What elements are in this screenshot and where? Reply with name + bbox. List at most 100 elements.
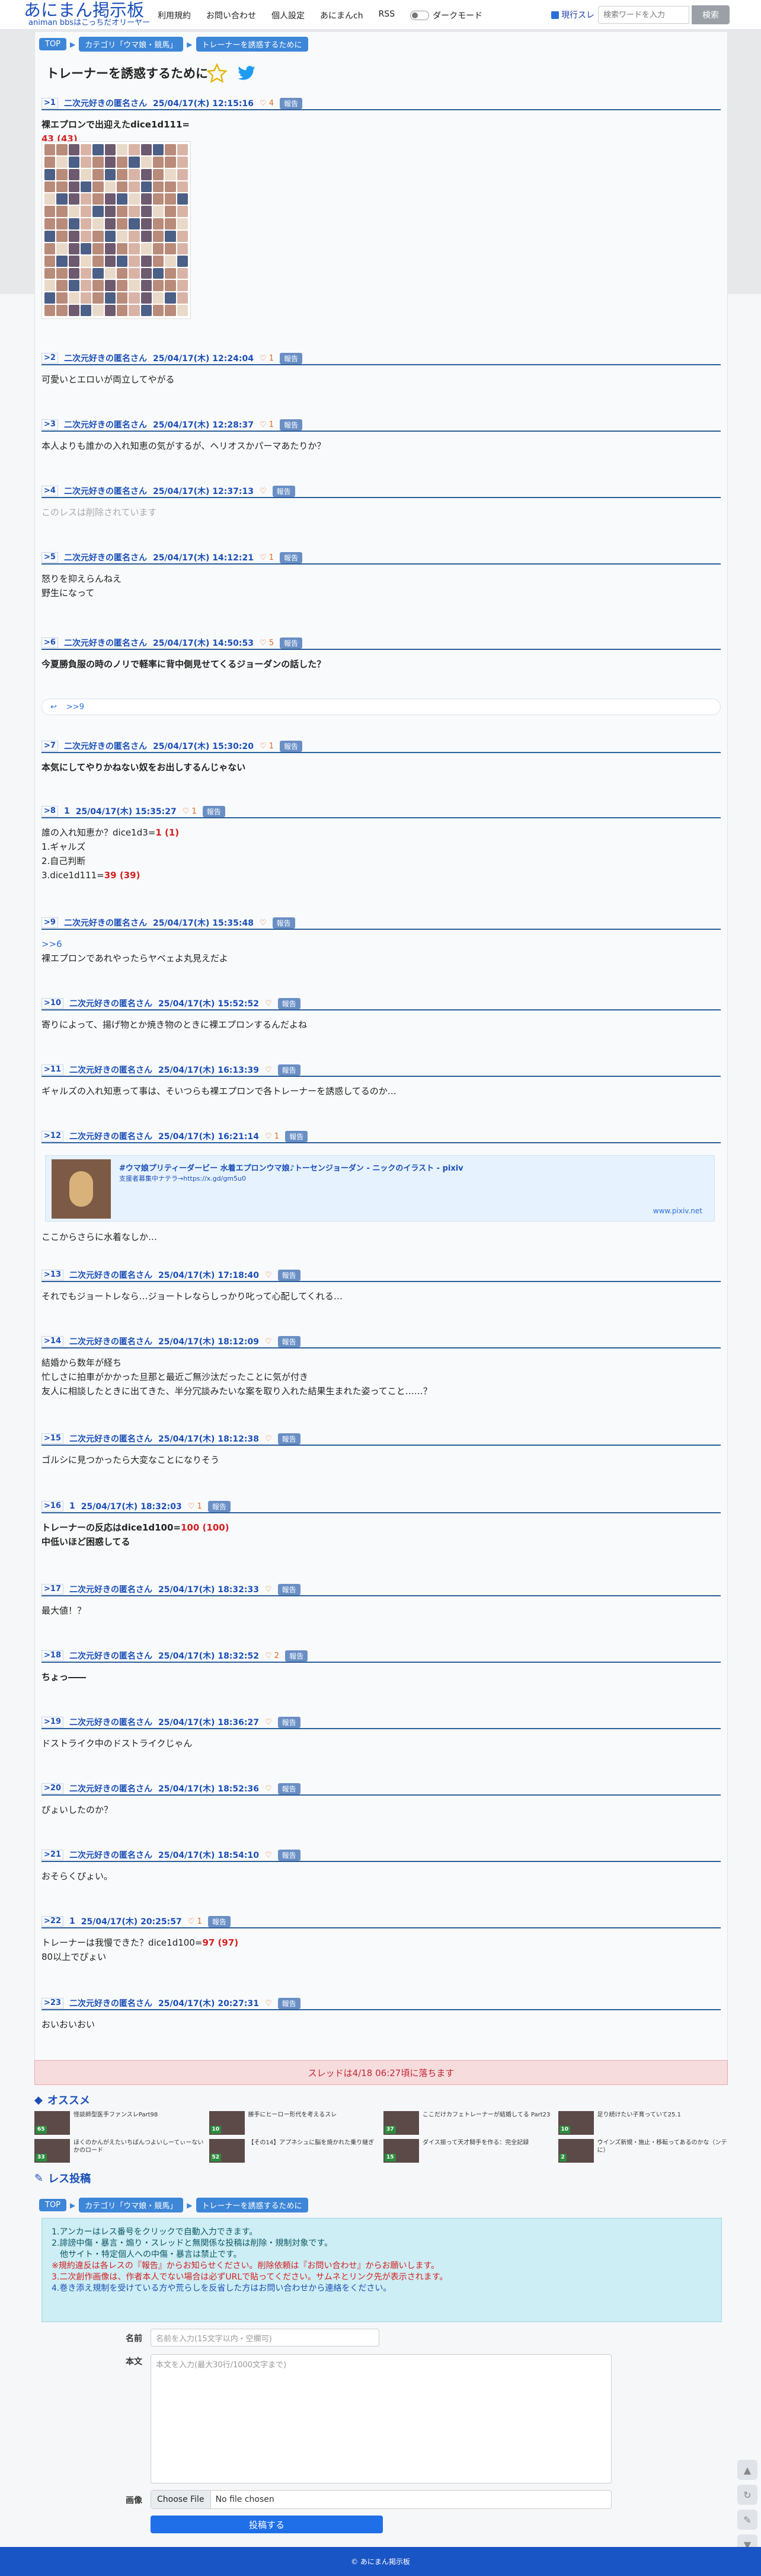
like-button[interactable]: ♡	[265, 1066, 272, 1075]
recommend-item[interactable]: 33 ほくのかんがえたいちばんつよいしーてぃーないかのロード	[34, 2139, 204, 2164]
recommend-title[interactable]: ウインズ新規・施止・移転ってあるのかな（ンテに）	[597, 2139, 728, 2164]
post-number[interactable]: >1	[41, 98, 58, 109]
scroll-top-icon[interactable]: ▲	[737, 2460, 757, 2480]
like-button[interactable]: ♡	[265, 1851, 272, 1860]
report-button[interactable]: 報告	[280, 97, 303, 109]
star-icon[interactable]	[206, 63, 228, 84]
post-number[interactable]: >10	[41, 998, 63, 1009]
post-line[interactable]: >>6	[41, 937, 721, 951]
post-number[interactable]: >9	[41, 917, 58, 928]
report-button[interactable]: 報告	[277, 1997, 300, 2009]
like-button[interactable]: ♡ 1	[260, 742, 274, 751]
checkbox-icon[interactable]	[551, 11, 559, 19]
twitter-icon[interactable]	[236, 64, 257, 83]
recommend-item[interactable]: 10 勝手にヒーロー形代を考えるスレ	[209, 2111, 379, 2137]
submit-button[interactable]: 投稿する	[151, 2516, 383, 2533]
pixiv-title[interactable]: #ウマ娘プリティーダービー 水着エプロンウマ娘♪トーセンジョーダン - ニックの…	[119, 1162, 463, 1173]
like-button[interactable]: ♡	[265, 1337, 272, 1346]
report-button[interactable]: 報告	[277, 1433, 300, 1445]
nav-terms[interactable]: 利用規約	[158, 9, 191, 21]
search-button[interactable]: 検索	[692, 5, 730, 24]
like-button[interactable]: ♡ 1	[188, 1917, 202, 1926]
nav-contact[interactable]: お問い合わせ	[206, 9, 256, 21]
search-input[interactable]	[598, 6, 689, 24]
like-button[interactable]: ♡ 1	[260, 553, 274, 562]
recommend-item[interactable]: 15 ダイス振って天才騎手を作る：完全記録	[383, 2139, 554, 2164]
post-number[interactable]: >2	[41, 353, 58, 364]
recommend-item[interactable]: 2 ウインズ新規・施止・移転ってあるのかな（ンテに）	[558, 2139, 728, 2164]
report-button[interactable]: 報告	[280, 352, 303, 364]
current-thread-checkbox[interactable]: 現行スレ	[551, 9, 594, 21]
toggle-switch[interactable]	[410, 11, 430, 20]
report-button[interactable]: 報告	[277, 1269, 300, 1281]
recommend-thumbnail[interactable]: 65	[34, 2111, 70, 2135]
like-button[interactable]: ♡ 2	[265, 1652, 279, 1660]
post-number[interactable]: >20	[41, 1783, 63, 1794]
dark-mode-toggle[interactable]: ダークモード	[410, 9, 482, 21]
post-number[interactable]: >21	[41, 1850, 63, 1860]
recommend-title[interactable]: 足り続けたい子育っていて25.1	[597, 2111, 681, 2137]
report-button[interactable]: 報告	[277, 1583, 300, 1595]
like-button[interactable]: ♡ 1	[265, 1132, 279, 1141]
breadcrumb-top[interactable]: TOP	[39, 2199, 67, 2211]
quote-reply-bar[interactable]: ↩ >>9	[41, 699, 721, 715]
post-number[interactable]: >7	[41, 741, 58, 751]
like-button[interactable]: ♡	[265, 1999, 272, 2008]
report-button[interactable]: 報告	[277, 1335, 300, 1347]
like-button[interactable]: ♡ 4	[260, 99, 274, 108]
recommend-title[interactable]: ここだけカフェトレーナーが結婚してる Part23	[423, 2111, 550, 2137]
post-number[interactable]: >17	[41, 1584, 63, 1595]
report-button[interactable]: 報告	[277, 1783, 300, 1794]
name-field[interactable]: 名前を入力(15文字以内・空欄可)	[151, 2329, 379, 2347]
recommend-thumbnail[interactable]: 10	[558, 2111, 594, 2135]
breadcrumb-thread[interactable]: トレーナーを誘惑するために	[196, 2198, 308, 2212]
like-button[interactable]: ♡	[265, 999, 272, 1008]
recommend-title[interactable]: 【その14】アプネシュに脳を焼かれた乗り継ぎ	[248, 2139, 375, 2164]
like-button[interactable]: ♡	[265, 1718, 272, 1727]
recommend-thumbnail[interactable]: 10	[209, 2111, 245, 2135]
report-button[interactable]: 報告	[202, 805, 225, 817]
post-number[interactable]: >4	[41, 486, 58, 496]
report-button[interactable]: 報告	[277, 1849, 300, 1861]
report-button[interactable]: 報告	[272, 917, 295, 929]
nav-animanch[interactable]: あにまんch	[320, 9, 363, 21]
recommend-title[interactable]: 勝手にヒーロー形代を考えるスレ	[248, 2111, 337, 2137]
pixiv-url[interactable]: www.pixiv.net	[653, 1207, 702, 1215]
report-button[interactable]: 報告	[280, 637, 303, 649]
nav-settings[interactable]: 個人設定	[271, 9, 305, 21]
post-number[interactable]: >13	[41, 1270, 63, 1280]
post-number[interactable]: >22	[41, 1916, 63, 1927]
report-button[interactable]: 報告	[280, 419, 303, 431]
post-number[interactable]: >15	[41, 1433, 63, 1444]
report-button[interactable]: 報告	[280, 551, 303, 563]
post-number[interactable]: >18	[41, 1650, 63, 1661]
post-number[interactable]: >5	[41, 552, 58, 563]
site-logo[interactable]: あにまん掲示板 animan bbsはこっちだオリーヤー	[24, 1, 150, 27]
like-button[interactable]: ♡	[260, 487, 267, 496]
post-number[interactable]: >16	[41, 1501, 63, 1512]
pixiv-thumbnail[interactable]	[52, 1159, 111, 1219]
report-button[interactable]: 報告	[277, 1716, 300, 1728]
report-button[interactable]: 報告	[277, 997, 300, 1009]
post-number[interactable]: >14	[41, 1336, 63, 1347]
like-button[interactable]: ♡ 1	[188, 1502, 202, 1511]
like-button[interactable]: ♡	[265, 1434, 272, 1443]
report-button[interactable]: 報告	[207, 1500, 231, 1512]
recommend-thumbnail[interactable]: 52	[209, 2139, 245, 2163]
edit-icon[interactable]: ✎	[737, 2510, 757, 2530]
reload-icon[interactable]: ↻	[737, 2485, 757, 2505]
report-button[interactable]: 報告	[285, 1130, 308, 1142]
image-file-input[interactable]: Choose File No file chosen	[151, 2490, 612, 2509]
breadcrumb-thread[interactable]: トレーナーを誘惑するために	[196, 37, 308, 52]
like-button[interactable]: ♡ 1	[260, 354, 274, 363]
like-button[interactable]: ♡ 1	[183, 807, 197, 816]
breadcrumb-category[interactable]: カテゴリ「ウマ娘・競馬」	[79, 37, 184, 52]
breadcrumb-top[interactable]: TOP	[39, 38, 67, 50]
report-button[interactable]: 報告	[285, 1650, 308, 1662]
recommend-thumbnail[interactable]: 2	[558, 2139, 594, 2163]
like-button[interactable]: ♡	[265, 1585, 272, 1594]
post-number[interactable]: >12	[41, 1131, 63, 1142]
like-button[interactable]: ♡	[265, 1271, 272, 1280]
report-button[interactable]: 報告	[277, 1064, 300, 1076]
recommend-title[interactable]: ダイス振って天才騎手を作る：完全記録	[423, 2139, 529, 2164]
